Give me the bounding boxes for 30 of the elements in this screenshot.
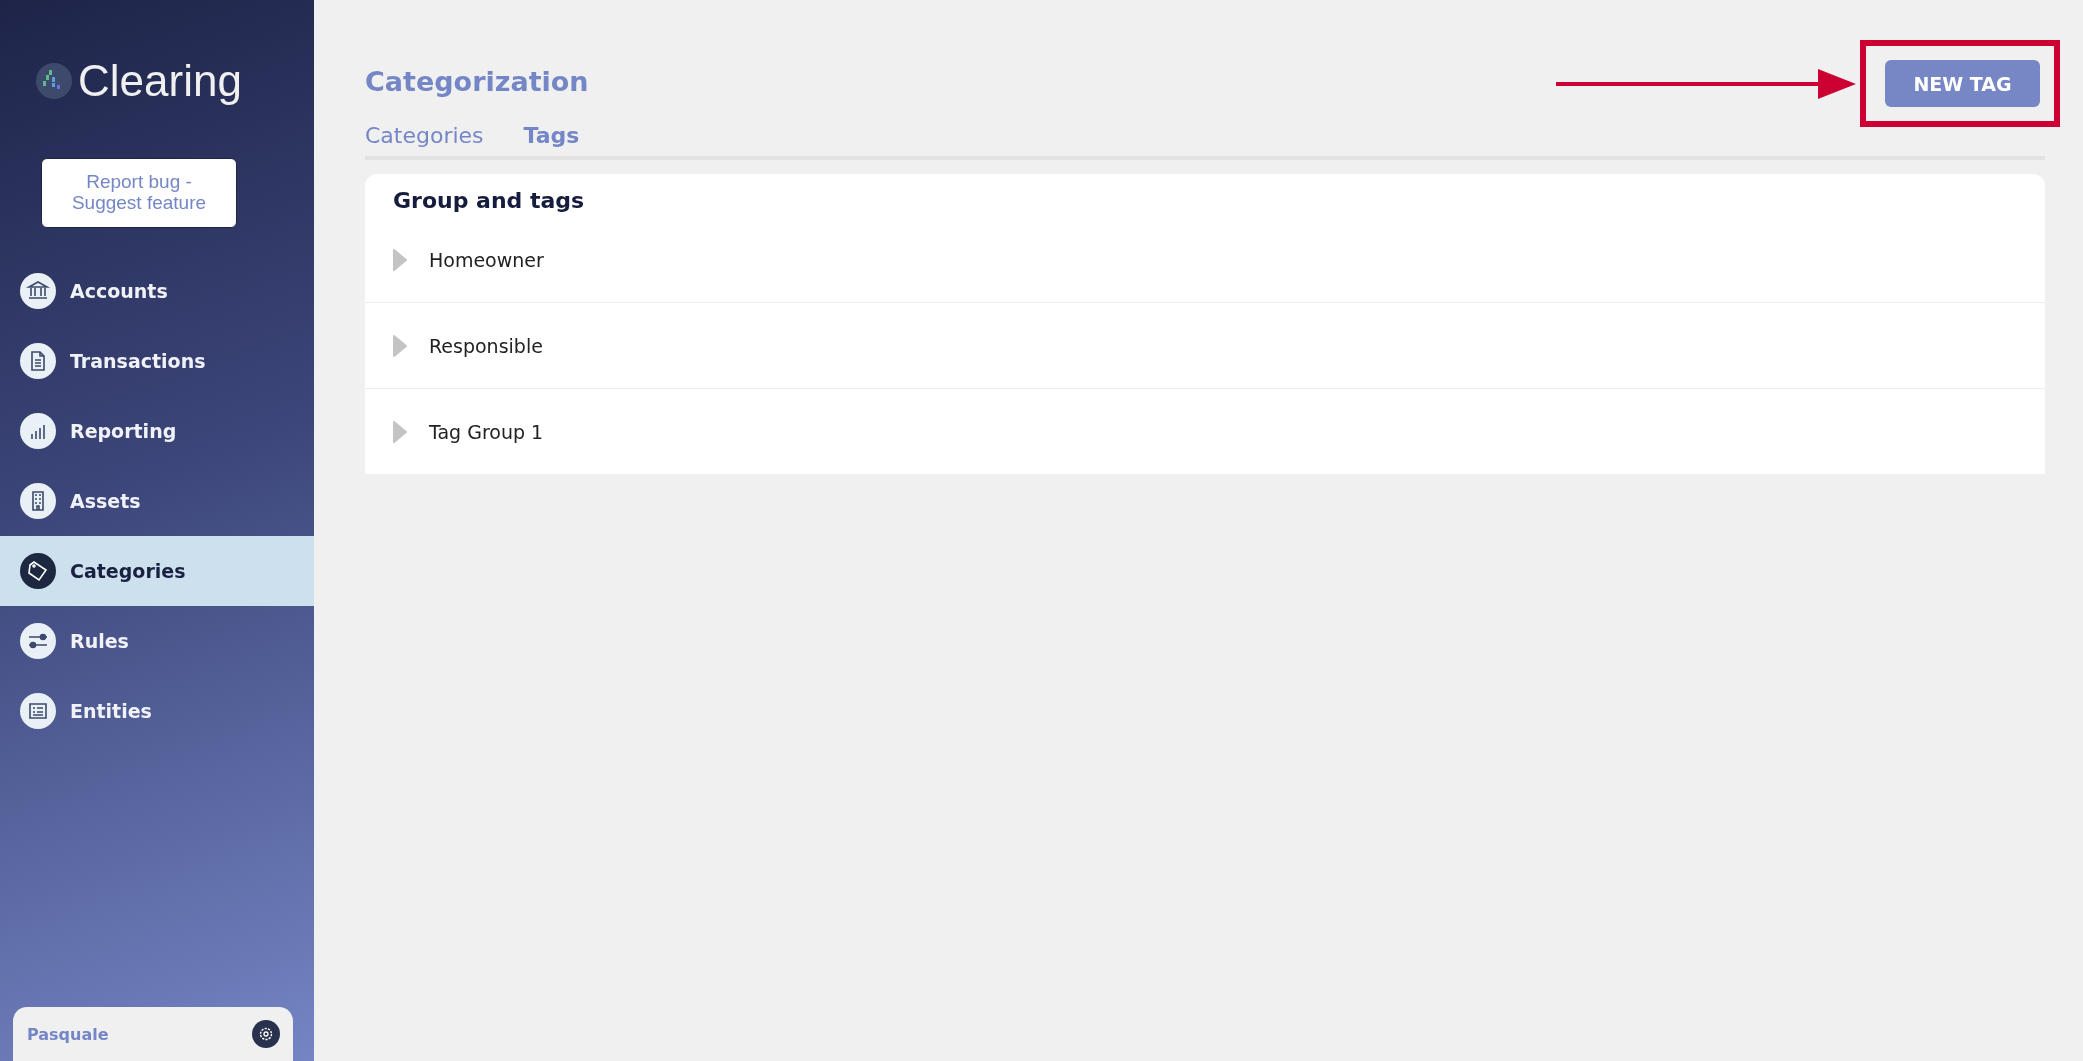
sliders-icon <box>20 623 56 659</box>
tag-group-row[interactable]: Homeowner <box>365 217 2045 303</box>
caret-icon[interactable] <box>393 419 407 444</box>
logo-icon <box>36 63 72 99</box>
report-bug-button[interactable]: Report bug - Suggest feature <box>41 158 237 228</box>
nav-item[interactable]: Rules <box>0 606 314 676</box>
card-icon <box>20 693 56 729</box>
tag-group-row[interactable]: Responsible <box>365 303 2045 389</box>
nav-item[interactable]: Categories <box>0 536 314 606</box>
app-logo-text: Clearing <box>78 56 242 106</box>
tag-group-name: Responsible <box>429 334 543 357</box>
document-icon <box>20 343 56 379</box>
nav-item[interactable]: Entities <box>0 676 314 746</box>
bank-icon <box>20 273 56 309</box>
page-title: Categorization <box>365 66 589 97</box>
nav-item[interactable]: Reporting <box>0 396 314 466</box>
tag-icon <box>20 553 56 589</box>
user-name: Pasquale <box>27 1024 109 1044</box>
card-title: Group and tags <box>392 187 586 215</box>
tag-group-row[interactable]: Tag Group 1 <box>365 389 2045 474</box>
nav-item[interactable]: Accounts <box>0 256 314 326</box>
nav-item[interactable]: Assets <box>0 466 314 536</box>
tag-group-name: Tag Group 1 <box>429 420 544 443</box>
nav-item[interactable]: Transactions <box>0 326 314 396</box>
tag-group-name: Homeowner <box>429 248 544 271</box>
caret-icon[interactable] <box>393 247 407 272</box>
caret-icon[interactable] <box>393 333 407 358</box>
settings-icon[interactable] <box>252 1020 280 1048</box>
bars-icon <box>20 413 56 449</box>
building-icon <box>20 483 56 519</box>
